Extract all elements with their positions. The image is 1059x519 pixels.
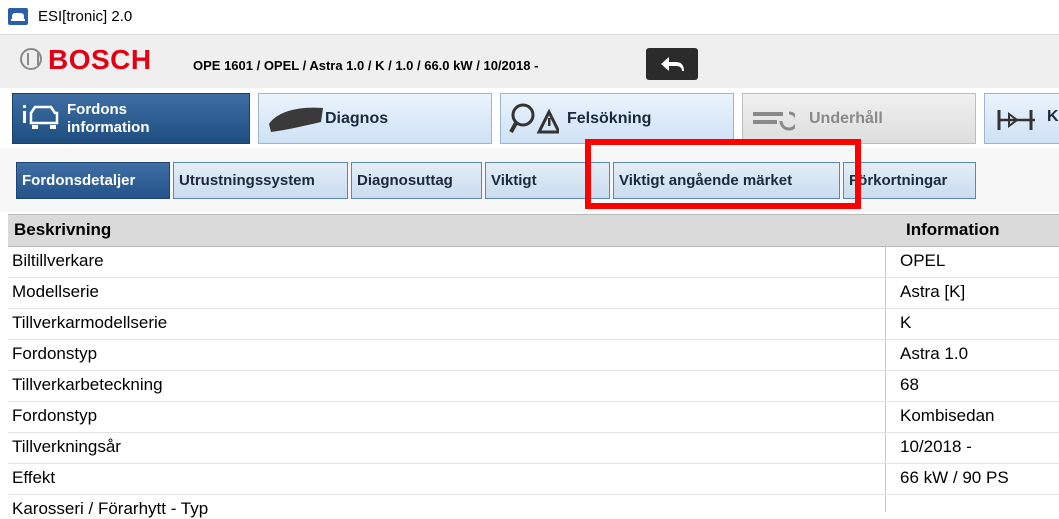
subtab-utrustningssystem[interactable]: Utrustningssystem xyxy=(173,162,348,199)
row-information: Astra 1.0 xyxy=(900,344,969,363)
subtab-fordonsdetaljer[interactable]: Fordonsdetaljer xyxy=(16,162,170,199)
car-app-icon xyxy=(8,8,28,25)
row-description: Effekt xyxy=(12,468,56,487)
table-row: Tillverkarbeteckning 68 xyxy=(8,371,1059,402)
subtab-diagnosuttag[interactable]: Diagnosuttag xyxy=(351,162,482,199)
tab-underhall[interactable]: Underhåll xyxy=(742,93,976,144)
tab-felsokning-label: Felsökning xyxy=(567,110,652,127)
tab-vehicle-information-label: Fordons information xyxy=(67,101,150,136)
row-description: Fordonstyp xyxy=(12,344,98,363)
car-info-icon xyxy=(23,105,59,129)
row-information: 66 kW / 90 PS xyxy=(900,468,1009,487)
table-header: Beskrivning Information xyxy=(8,214,1059,247)
row-information: Kombisedan xyxy=(900,406,995,425)
column-header-beskrivning: Beskrivning xyxy=(14,220,112,239)
table-row: Fordonstyp Astra 1.0 xyxy=(8,340,1059,371)
row-description: Tillverkarmodellserie xyxy=(12,313,168,332)
table-row: Tillverkningsår 10/2018 - xyxy=(8,433,1059,464)
table-row: Effekt 66 kW / 90 PS xyxy=(8,464,1059,495)
troubleshooting-icon xyxy=(509,103,559,134)
maintenance-icon xyxy=(753,111,795,131)
row-description: Karosseri / Förarhytt - Typ xyxy=(12,499,209,518)
row-information: K xyxy=(900,313,912,332)
row-information: 68 xyxy=(900,375,919,394)
bosch-logo-icon xyxy=(20,48,42,70)
table-row: Karosseri / Förarhytt - Typ xyxy=(8,495,1059,518)
tab-diagnos-label: Diagnos xyxy=(325,110,389,127)
row-description: Modellserie xyxy=(12,282,99,301)
row-information: 10/2018 - xyxy=(900,437,972,456)
row-description: Tillverkningsår xyxy=(12,437,121,456)
row-description: Biltillverkare xyxy=(12,251,104,270)
table-row: Fordonstyp Kombisedan xyxy=(8,402,1059,433)
brand-logo: BOSCH xyxy=(48,44,152,75)
tab-component[interactable]: K xyxy=(984,93,1059,144)
subtab-forkortningar[interactable]: Förkortningar xyxy=(843,162,976,199)
row-information: OPEL xyxy=(900,251,946,270)
title-bar: ESI[tronic] 2.0 xyxy=(0,0,1059,35)
table-row: Modellserie Astra [K] xyxy=(8,278,1059,309)
tab-diagnos[interactable]: Diagnos xyxy=(258,93,492,144)
column-header-information: Information xyxy=(906,220,1000,239)
row-information: Astra [K] xyxy=(900,282,966,301)
tab-felsokning[interactable]: Felsökning xyxy=(500,93,734,144)
row-description: Tillverkarbeteckning xyxy=(12,375,163,394)
row-description: Fordonstyp xyxy=(12,406,98,425)
highlight-annotation xyxy=(585,139,861,209)
diagnostic-plug-icon xyxy=(269,107,323,132)
table-row: Tillverkarmodellserie K xyxy=(8,309,1059,340)
tab-vehicle-information[interactable]: Fordons information xyxy=(12,93,250,144)
back-arrow-icon xyxy=(661,57,684,71)
vehicle-identification: OPE 1601 / OPEL / Astra 1.0 / K / 1.0 / … xyxy=(193,58,539,73)
component-icon xyxy=(997,110,1035,130)
back-button[interactable] xyxy=(646,48,698,80)
tab-underhall-label: Underhåll xyxy=(809,110,883,127)
tab-component-label: K xyxy=(1047,108,1059,125)
window-title: ESI[tronic] 2.0 xyxy=(38,8,133,25)
table-row: Biltillverkare OPEL xyxy=(8,247,1059,278)
